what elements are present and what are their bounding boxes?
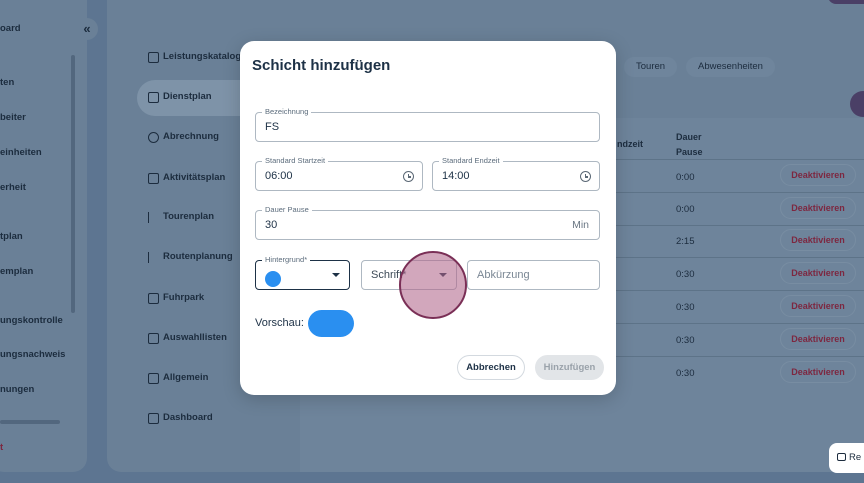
table-cell-pause: 0:00 bbox=[676, 204, 695, 215]
sidebar-divider bbox=[0, 420, 60, 424]
table-cell-pause: 2:15 bbox=[676, 236, 695, 247]
background-color-label: Hintergrund* bbox=[262, 255, 311, 264]
flag-icon bbox=[148, 212, 159, 223]
left-sidebar: oard ten beiter einheiten erheit tplan e… bbox=[0, 0, 87, 472]
abbreviation-input[interactable] bbox=[477, 269, 582, 281]
end-time-value: 14:00 bbox=[442, 170, 470, 182]
nav-label: Auswahllisten bbox=[163, 332, 227, 343]
calendar-icon bbox=[148, 92, 159, 103]
list-icon bbox=[148, 333, 159, 344]
flag-icon bbox=[148, 252, 159, 263]
clock-icon[interactable] bbox=[403, 171, 414, 182]
background-color-select[interactable]: Hintergrund* bbox=[255, 255, 350, 290]
dialog-title: Schicht hinzufügen bbox=[252, 57, 391, 74]
sidebar-item-einsatzplan[interactable]: tplan bbox=[0, 231, 23, 242]
help-button-label: Re bbox=[849, 452, 862, 463]
chat-icon bbox=[837, 453, 846, 461]
tab-touren[interactable]: Touren bbox=[624, 57, 678, 77]
sidebar-item-leistungsnachweis[interactable]: ungsnachweis bbox=[0, 349, 65, 360]
sidebar-item-rechnungen[interactable]: nungen bbox=[0, 384, 34, 395]
pause-unit: Min bbox=[572, 219, 589, 231]
start-time-value: 06:00 bbox=[265, 170, 293, 182]
deactivate-button[interactable]: Deaktivieren bbox=[780, 164, 856, 186]
table-divider bbox=[614, 159, 864, 160]
nav-label: Aktivitätsplan bbox=[163, 172, 226, 183]
catalog-icon bbox=[148, 52, 159, 63]
sidebar-item-dashboard[interactable]: oard bbox=[0, 23, 21, 34]
column-header-pause-line2: Pause bbox=[676, 147, 703, 157]
pause-field[interactable]: Dauer Pause 30 Min bbox=[255, 205, 600, 240]
add-shift-dialog: Schicht hinzufügen Bezeichnung FS Standa… bbox=[240, 41, 616, 395]
table-cell-pause: 0:30 bbox=[676, 335, 695, 346]
table-divider bbox=[614, 192, 864, 193]
table-cell-pause: 0:30 bbox=[676, 368, 695, 379]
clock-icon[interactable] bbox=[580, 171, 591, 182]
dashboard-icon bbox=[148, 413, 159, 424]
deactivate-button[interactable]: Deaktivieren bbox=[780, 229, 856, 251]
cancel-button[interactable]: Abbrechen bbox=[457, 355, 525, 380]
sidebar-item-logout[interactable]: t bbox=[0, 442, 3, 453]
sidebar-item-einheiten[interactable]: einheiten bbox=[0, 147, 42, 158]
start-time-field[interactable]: Standard Startzeit 06:00 bbox=[255, 156, 423, 191]
table-divider bbox=[614, 290, 864, 291]
sidebar-item-sicherheit[interactable]: erheit bbox=[0, 182, 26, 193]
end-time-field[interactable]: Standard Endzeit 14:00 bbox=[432, 156, 600, 191]
table-divider bbox=[614, 323, 864, 324]
nav-item-dashboard[interactable]: Dashboard bbox=[137, 401, 307, 437]
pause-label: Dauer Pause bbox=[262, 205, 312, 214]
start-time-label: Standard Startzeit bbox=[262, 156, 329, 165]
nav-label: Leistungskataloge bbox=[163, 51, 247, 62]
sidebar-scrollbar[interactable] bbox=[71, 55, 75, 313]
submit-button[interactable]: Hinzufügen bbox=[535, 355, 604, 380]
sidebar-item-leistungskontrolle[interactable]: ungskontrolle bbox=[0, 315, 63, 326]
nav-label: Tourenplan bbox=[163, 211, 215, 222]
bezeichnung-value: FS bbox=[265, 121, 280, 133]
nav-label: Routenplanung bbox=[163, 251, 233, 262]
pause-value: 30 bbox=[265, 219, 278, 231]
color-swatch bbox=[265, 271, 281, 287]
user-menu-button[interactable] bbox=[828, 0, 864, 4]
table-divider bbox=[614, 356, 864, 357]
help-button[interactable]: Re bbox=[829, 443, 864, 473]
column-header-pause-line1: Dauer bbox=[676, 132, 702, 142]
table-divider bbox=[614, 257, 864, 258]
deactivate-button[interactable]: Deaktivieren bbox=[780, 295, 856, 317]
nav-label: Dienstplan bbox=[163, 91, 212, 102]
collapse-sidebar-icon[interactable]: « bbox=[76, 18, 98, 40]
column-header-endzeit: ndzeit bbox=[617, 139, 643, 149]
calendar-icon bbox=[148, 373, 159, 384]
deactivate-button[interactable]: Deaktivieren bbox=[780, 361, 856, 383]
nav-label: Fuhrpark bbox=[163, 292, 205, 303]
table-cell-pause: 0:30 bbox=[676, 302, 695, 313]
preview-chip bbox=[308, 310, 354, 337]
table-cell-pause: 0:30 bbox=[676, 269, 695, 280]
calendar-icon bbox=[148, 173, 159, 184]
preview-label: Vorschau: bbox=[255, 317, 304, 329]
table-cell-pause: 0:00 bbox=[676, 172, 695, 183]
deactivate-button[interactable]: Deaktivieren bbox=[780, 197, 856, 219]
sidebar-item-klienten[interactable]: ten bbox=[0, 77, 14, 88]
end-time-label: Standard Endzeit bbox=[439, 156, 503, 165]
deactivate-button[interactable]: Deaktivieren bbox=[780, 262, 856, 284]
click-indicator bbox=[399, 251, 467, 319]
bezeichnung-field[interactable]: Bezeichnung FS bbox=[255, 107, 600, 142]
billing-icon bbox=[148, 132, 159, 143]
nav-label: Dashboard bbox=[163, 412, 213, 423]
sidebar-item-dienstplan[interactable]: emplan bbox=[0, 266, 33, 277]
tab-abwesenheiten[interactable]: Abwesenheiten bbox=[686, 57, 775, 77]
abbreviation-field[interactable] bbox=[467, 260, 600, 290]
vehicle-icon bbox=[148, 293, 159, 304]
table-divider bbox=[614, 225, 864, 226]
nav-label: Abrechnung bbox=[163, 131, 219, 142]
bezeichnung-label: Bezeichnung bbox=[262, 107, 312, 116]
chevron-down-icon bbox=[332, 273, 340, 277]
deactivate-button[interactable]: Deaktivieren bbox=[780, 328, 856, 350]
sidebar-item-mitarbeiter[interactable]: beiter bbox=[0, 112, 26, 123]
nav-label: Allgemein bbox=[163, 372, 209, 383]
